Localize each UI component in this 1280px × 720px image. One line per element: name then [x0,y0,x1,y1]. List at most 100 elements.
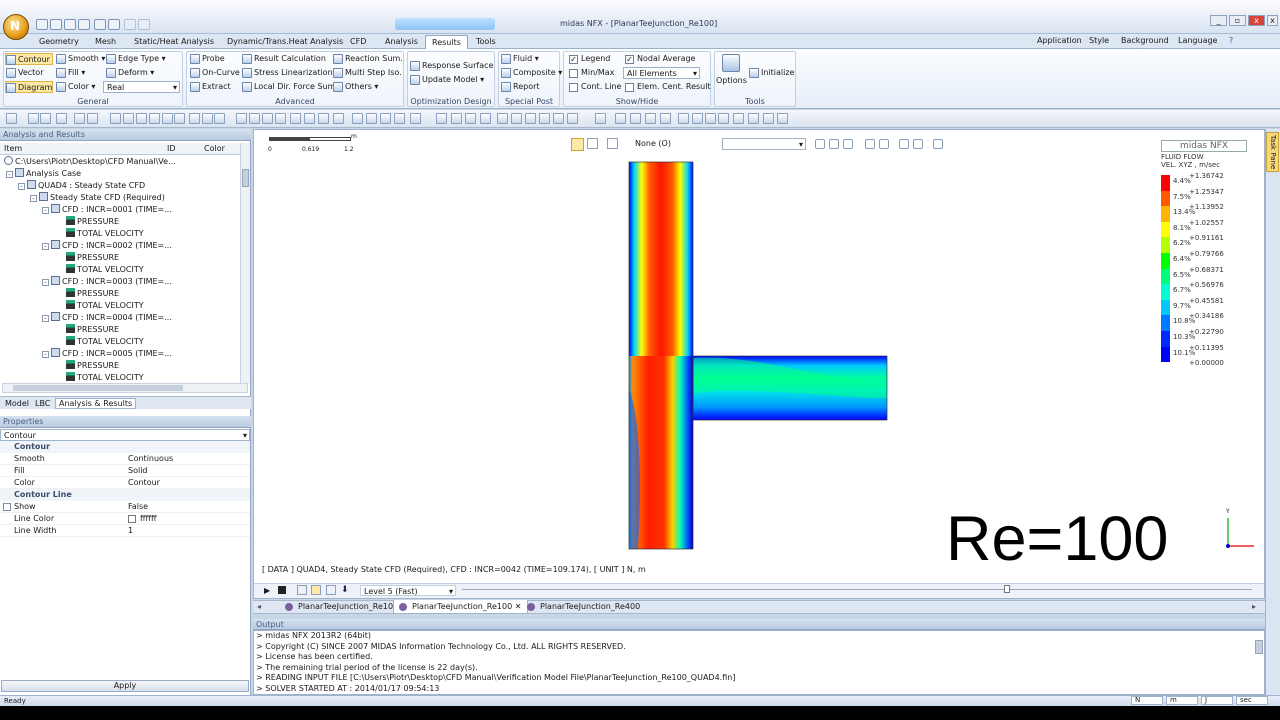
menu-application[interactable]: Application [1037,36,1082,45]
tab-mesh[interactable]: Mesh [89,35,122,49]
redo-icon[interactable] [138,19,150,30]
collapse-icon[interactable]: - [18,183,25,190]
save-icon[interactable] [78,19,90,30]
close-icon[interactable]: ✕ [515,602,522,611]
reaction-sum-button[interactable]: Reaction Sum. [333,53,403,65]
play-icon[interactable]: ▶ [264,586,270,595]
settings-icon[interactable] [326,585,336,595]
options-button[interactable]: Options [716,76,747,85]
local-dir-force-button[interactable]: Local Dir. Force Sum [242,81,335,93]
flow-contour-plot[interactable] [620,158,895,554]
help-icon[interactable]: ? [1229,36,1233,45]
zoom-icon[interactable] [56,113,67,124]
stress-linearization-button[interactable]: Stress Linearization [242,67,333,79]
contour-button[interactable]: Contour [5,53,53,65]
tree-subcase[interactable]: - Steady State CFD (Required) [2,192,238,204]
collapse-icon[interactable]: - [30,195,37,202]
others-button[interactable]: Others ▾ [333,81,378,93]
tree-item-pressure[interactable]: PRESSURE [2,252,238,264]
import-icon[interactable] [94,19,106,30]
smooth-button[interactable]: Smooth ▾ [56,53,105,65]
tree-item-pressure[interactable]: PRESSURE [2,288,238,300]
pick-icon[interactable] [587,138,598,149]
initialize-button[interactable]: Initialize [749,67,794,79]
tree-item-total-velocity[interactable]: TOTAL VELOCITY [2,228,238,240]
zoom-fit-icon[interactable] [74,113,85,124]
transparent-icon[interactable] [410,113,421,124]
collapse-icon[interactable]: - [6,171,13,178]
options-icon[interactable] [722,54,740,72]
tree-item-pressure[interactable]: PRESSURE [2,216,238,228]
tool-icon[interactable] [6,113,17,124]
light-icon[interactable] [525,113,536,124]
output-scrollbar-thumb[interactable] [1255,640,1263,654]
prop-fill[interactable]: Fill Solid [0,465,250,477]
print-icon[interactable] [763,113,774,124]
view-top-icon[interactable] [202,113,213,124]
tab-geometry[interactable]: Geometry [33,35,85,49]
lock-icon[interactable] [913,139,923,149]
eraser-icon[interactable] [879,139,889,149]
sweep-icon[interactable] [829,139,839,149]
fluid-button[interactable]: Fluid ▾ [501,53,539,65]
tab-dynamic[interactable]: Dynamic/Trans.Heat Analysis [221,35,349,49]
new-icon[interactable] [36,19,48,30]
capture-icon[interactable] [748,113,759,124]
zoom-window-icon[interactable] [87,113,98,124]
tree-scrollbar-thumb[interactable] [242,169,249,187]
tree-item-pressure[interactable]: PRESSURE [2,360,238,372]
prop-show[interactable]: Show False [0,501,250,513]
collapse-icon[interactable]: - [42,279,49,286]
hide-icon[interactable] [304,113,315,124]
query-icon[interactable] [630,113,641,124]
info-icon[interactable] [645,113,656,124]
prop-smooth[interactable]: Smooth Continuous [0,453,250,465]
apply-button[interactable]: Apply [1,680,249,692]
tab-model[interactable]: Model [5,399,29,408]
cont-line-checkbox[interactable]: Cont. Line [569,81,621,93]
export-icon[interactable] [108,19,120,30]
unit-time-select[interactable]: sec [1236,696,1268,705]
select-mode-icon[interactable] [571,138,584,151]
minmax-checkbox[interactable]: Min/Max [569,67,614,79]
zoom-icon[interactable] [865,139,875,149]
doc-tab-re10[interactable]: PlanarTeeJunction_Re10 [280,600,399,614]
tree-item-total-velocity[interactable]: TOTAL VELOCITY [2,372,238,382]
animation-slider-track[interactable] [462,589,1252,590]
probe-button[interactable]: Probe [190,53,225,65]
folder-icon[interactable] [64,19,76,30]
tree-step-3[interactable]: - CFD : INCR=0003 (TIME=... [2,276,238,288]
view-back-icon[interactable] [236,113,247,124]
perspective-icon[interactable] [290,113,301,124]
menu-background[interactable]: Background [1121,36,1169,45]
measure-icon[interactable] [615,113,626,124]
display-icon[interactable] [497,113,508,124]
filter-icon[interactable] [678,113,689,124]
mesh-icon[interactable] [451,113,462,124]
tree-item-total-velocity[interactable]: TOTAL VELOCITY [2,264,238,276]
deform-scale-select[interactable]: Real ▾ [103,81,180,93]
tab-lbc[interactable]: LBC [35,399,50,408]
reset-icon[interactable] [933,139,943,149]
snap-icon[interactable] [567,113,578,124]
prop-line-color[interactable]: Line Color ffffff [0,513,250,525]
tab-static-heat[interactable]: Static/Heat Analysis [128,35,220,49]
download-icon[interactable]: ⬇ [341,585,349,595]
view-filter-select[interactable]: None (O) [635,139,671,148]
tree-scrollbar[interactable] [240,143,250,383]
shrink-icon[interactable] [380,113,391,124]
tab-tools[interactable]: Tools [470,35,502,49]
prop-color[interactable]: Color Contour [0,477,250,489]
view-front-icon[interactable] [189,113,200,124]
tab-analysis-results[interactable]: Analysis & Results [55,398,137,409]
tree-hscrollbar-thumb[interactable] [13,385,183,391]
tree-item-total-velocity[interactable]: TOTAL VELOCITY [2,300,238,312]
unit-energy-select[interactable]: J [1201,696,1233,705]
feature-icon[interactable] [394,113,405,124]
deform-button[interactable]: Deform ▾ [106,67,154,79]
tree-step-4[interactable]: - CFD : INCR=0004 (TIME=... [2,312,238,324]
prop-line-width[interactable]: Line Width 1 [0,525,250,537]
restore-button[interactable]: ▫ [1229,15,1246,26]
render-icon[interactable] [899,139,909,149]
shading-icon[interactable] [352,113,363,124]
